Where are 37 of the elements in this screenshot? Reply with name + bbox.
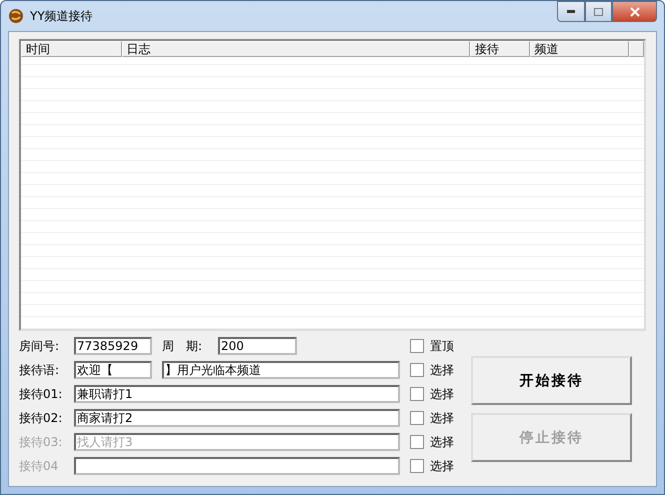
checkbox-label: 选择 [430, 362, 454, 378]
close-icon [630, 6, 640, 16]
maximize-icon [594, 8, 603, 16]
minimize-button[interactable] [557, 1, 585, 22]
checkbox-label: 选择 [430, 410, 454, 426]
checkbox[interactable] [410, 363, 424, 377]
period-field[interactable]: 200 [218, 337, 297, 355]
checkbox[interactable] [410, 411, 424, 425]
greeting-suffix-field[interactable]: 】用户光临本频道 [162, 361, 400, 379]
checkbox-label: 选择 [430, 434, 454, 450]
column-header[interactable]: 时间 [21, 41, 122, 57]
field-label: 接待03: [19, 434, 64, 450]
field-label: 房间号: [19, 338, 60, 354]
checkbox-label: 置顶 [430, 338, 454, 354]
field-label: 接待01: [19, 386, 64, 402]
column-header[interactable]: 频道 [530, 41, 630, 57]
column-header[interactable]: 日志 [122, 41, 470, 57]
column-header[interactable]: 接待 [470, 41, 530, 57]
field-label: 接待语: [19, 362, 60, 378]
start-button[interactable]: 开始接待 [471, 356, 632, 405]
greeting-prefix-field[interactable]: 欢迎【 [74, 361, 152, 379]
reply-field[interactable]: 兼职请打1 [74, 385, 400, 403]
reply-field[interactable]: 商家请打2 [74, 409, 400, 427]
field-label: 接待04 [19, 458, 60, 474]
checkbox[interactable] [410, 339, 424, 353]
window-title: YY频道接待 [30, 8, 94, 24]
app-icon [8, 8, 24, 24]
close-button[interactable] [612, 1, 657, 22]
checkbox[interactable] [410, 387, 424, 401]
maximize-button[interactable] [585, 1, 612, 22]
room-number-field[interactable]: 77385929 [74, 337, 152, 355]
minimize-icon [567, 10, 575, 13]
field-label: 接待02: [19, 410, 64, 426]
field-label: 周 期: [161, 338, 204, 354]
checkbox-label: 选择 [430, 386, 454, 402]
reply-field[interactable] [74, 457, 400, 475]
checkbox-label: 选择 [430, 458, 454, 474]
